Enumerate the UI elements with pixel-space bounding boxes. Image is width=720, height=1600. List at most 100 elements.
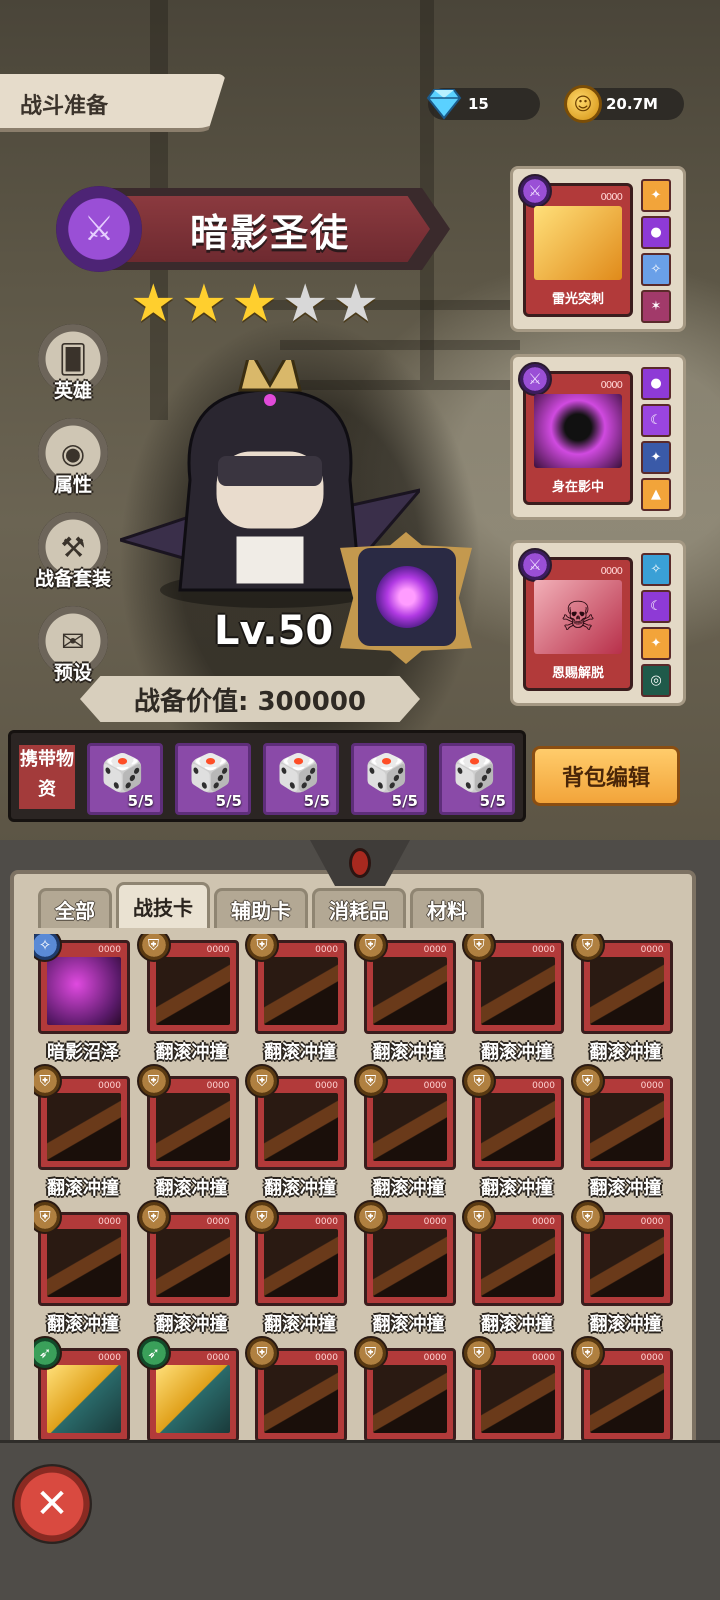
inventory-card[interactable]: 0000 ⛨ [462,1336,566,1454]
card-name: 翻滚冲撞 [155,1042,228,1063]
card-pips: 0000 [423,1353,447,1363]
sub-skill-icon[interactable]: ● [641,367,671,400]
sub-skill-icon[interactable]: ✧ [641,553,671,586]
card-name: 翻滚冲撞 [372,1042,445,1063]
inventory-card[interactable]: 0000 ⛨ 翻滚冲撞 [353,1200,458,1342]
close-button[interactable]: ✕ [12,1464,92,1544]
rolling-charge-art [589,1093,664,1161]
diamond-icon [424,84,464,124]
purple-dice-icon: 🎲 [364,753,409,794]
sub-skill-icon[interactable]: ✦ [641,179,671,212]
card-name: 翻滚冲撞 [155,1178,228,1199]
rolling-charge-art [372,1093,447,1161]
tab-combat-cards[interactable]: 战技卡 [116,882,210,928]
skill-card[interactable]: ⚔ 0000 雷光突刺 [518,174,633,317]
skill-pips: 0000 [600,380,623,391]
inventory-tabs: 全部 战技卡 辅助卡 消耗品 材料 [38,882,484,928]
card-name: 翻滚冲撞 [589,1314,662,1335]
rolling-charge-art [155,957,230,1025]
shield-class-icon: ⛨ [570,1200,605,1234]
card-pips: 0000 [315,1081,338,1091]
hero-weapon-slot[interactable] [358,548,456,646]
inventory-card[interactable]: 0000 ⛨ 翻滚冲撞 [34,1200,132,1342]
sub-skill-icon[interactable]: ✦ [641,441,671,474]
inventory-card[interactable]: 0000 ⛨ 翻滚冲撞 [245,934,349,1070]
inventory-card[interactable]: 0000 ⛨ 翻滚冲撞 [136,1200,241,1342]
rolling-charge-art [155,1093,230,1161]
sub-skill-icon[interactable]: ✧ [641,253,671,286]
attributes-button[interactable]: ◉ 属性 [34,418,112,497]
inventory-card[interactable]: 0000 ➶ [136,1336,241,1454]
skill-pips: 0000 [600,566,623,577]
inventory-card[interactable]: 0000 ⛨ 翻滚冲撞 [462,934,566,1070]
sub-skill-icon[interactable]: ◎ [641,664,671,697]
carry-supplies-panel: 携带物资 🎲 5/5 🎲 5/5 🎲 5/5 🎲 5/5 🎲 5/5 [8,730,526,822]
sub-skill-icon[interactable]: ▲ [641,478,671,511]
sub-skill-icon[interactable]: ✶ [641,290,671,323]
inventory-card[interactable]: 0000 ⛨ 翻滚冲撞 [136,1064,241,1206]
shield-class-icon: ⛨ [245,1064,279,1098]
card-pips: 0000 [206,1217,230,1227]
card-name: 翻滚冲撞 [481,1178,553,1199]
gear-value: 战备价值: 300000 [134,686,366,717]
hero-button-label: 英雄 [53,380,92,402]
inventory-card[interactable]: 0000 ⛨ [245,1336,349,1454]
inventory-card[interactable]: 0000 ✧ 暗影沼泽 [34,934,132,1070]
card-pips: 0000 [423,1081,447,1091]
arrow-shot-art [155,1365,230,1433]
card-name: 翻滚冲撞 [155,1314,228,1335]
preset-button[interactable]: ✉ 预设 [34,606,112,685]
edit-bag-button[interactable]: 背包编辑 [532,746,680,806]
inventory-card[interactable]: 0000 ⛨ 翻滚冲撞 [570,1200,675,1342]
supply-slot[interactable]: 🎲 5/5 [175,743,251,815]
bg-stair [280,340,520,350]
skill-name: 恩赐解脱 [551,666,604,681]
tab-consumables[interactable]: 消耗品 [312,888,406,928]
card-name: 翻滚冲撞 [264,1314,336,1335]
inventory-card[interactable]: 0000 ⛨ 翻滚冲撞 [570,934,675,1070]
skill-panel-2: ⚔ 0000 身在影中 ● ☾ ✦ ▲ [510,354,686,520]
skill-card[interactable]: ⚔ 0000 身在影中 [518,362,633,505]
inventory-card[interactable]: 0000 ⛨ 翻滚冲撞 [353,1064,458,1206]
supply-slot[interactable]: 🎲 5/5 [87,743,163,815]
supply-slot[interactable]: 🎲 5/5 [351,743,427,815]
skill-card[interactable]: ⚔ 0000 ☠ 恩赐解脱 [518,548,633,691]
tab-support-cards[interactable]: 辅助卡 [214,888,308,928]
inventory-card[interactable]: 0000 ⛨ 翻滚冲撞 [245,1064,349,1206]
inventory-card[interactable]: 0000 ⛨ 翻滚冲撞 [136,934,241,1070]
card-name: 翻滚冲撞 [589,1178,662,1199]
star-filled-icon: ★ [180,274,228,334]
supply-slot[interactable]: 🎲 5/5 [263,743,339,815]
card-pips: 0000 [206,1353,230,1363]
sub-skill-icon[interactable]: ✦ [641,627,671,660]
tab-all[interactable]: 全部 [38,888,112,928]
card-pips: 0000 [423,945,447,955]
rolling-charge-art [481,1229,555,1297]
arrow-shot-art [47,1365,121,1433]
inventory-card[interactable]: 0000 ⛨ 翻滚冲撞 [34,1064,132,1206]
inventory-card[interactable]: 0000 ⛨ 翻滚冲撞 [245,1200,349,1342]
sub-skill-list: ✦ ● ✧ ✶ [641,179,671,323]
hero-name-plate: 暗影圣徒 [110,196,430,262]
sub-skill-icon[interactable]: ☾ [641,590,671,623]
shadow-swamp-art [47,957,121,1025]
supply-slot[interactable]: 🎲 5/5 [439,743,515,815]
inventory-card[interactable]: 0000 ⛨ [353,1336,458,1454]
inventory-card[interactable]: 0000 ⛨ [570,1336,675,1454]
gear-set-button[interactable]: ⚒ 战备套装 [34,512,112,591]
sub-skill-icon[interactable]: ● [641,216,671,249]
inventory-card[interactable]: 0000 ⛨ 翻滚冲撞 [462,1200,566,1342]
sub-skill-icon[interactable]: ☾ [641,404,671,437]
inventory-card[interactable]: 0000 ⛨ 翻滚冲撞 [570,1064,675,1206]
shield-class-icon: ⛨ [353,1064,388,1098]
hero-button[interactable]: 🂠 英雄 [34,324,112,403]
inventory-card[interactable]: 0000 ⛨ 翻滚冲撞 [353,934,458,1070]
dagger-class-icon: ⚔ [518,548,552,582]
hero-name: 暗影圣徒 [189,210,350,255]
inventory-card[interactable]: 0000 ⛨ 翻滚冲撞 [462,1064,566,1206]
supply-count: 5/5 [127,792,154,810]
card-name: 翻滚冲撞 [47,1314,119,1335]
inventory-card[interactable]: 0000 ➶ [34,1336,132,1454]
card-pips: 0000 [315,1353,338,1363]
tab-materials[interactable]: 材料 [410,888,484,928]
